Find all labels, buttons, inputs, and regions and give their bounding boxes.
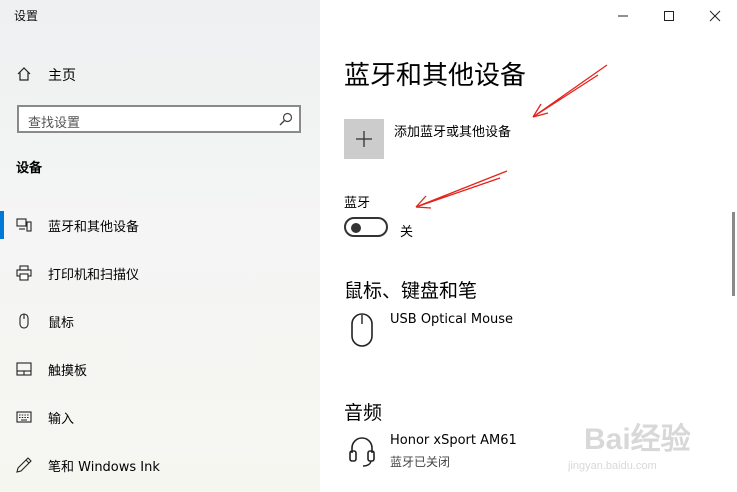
pen-icon — [16, 457, 32, 473]
watermark: Bai经验 jingyan.baidu.com — [560, 410, 730, 486]
device-name: USB Optical Mouse — [390, 312, 514, 327]
sidebar-item-mouse[interactable]: 鼠标 — [0, 303, 320, 339]
search-placeholder: 查找设置 — [28, 116, 81, 131]
close-icon — [709, 10, 721, 22]
window-title: 设置 — [14, 9, 39, 23]
sidebar-item-label: 笔和 Windows Ink — [48, 460, 160, 475]
search-icon[interactable] — [279, 112, 293, 126]
sidebar-item-label: 输入 — [48, 412, 75, 427]
sidebar-item-pen[interactable]: 笔和 Windows Ink — [0, 447, 320, 483]
home-label: 主页 — [48, 68, 76, 84]
add-device-label[interactable]: 添加蓝牙或其他设备 — [394, 121, 511, 140]
search-input[interactable]: 查找设置 — [17, 105, 301, 133]
home-nav-item[interactable]: 主页 — [0, 54, 320, 94]
page-title: 蓝牙和其他设备 — [344, 61, 527, 91]
sidebar-item-printers[interactable]: 打印机和扫描仪 — [0, 255, 320, 291]
bluetooth-label: 蓝牙 — [344, 196, 371, 211]
maximize-button[interactable] — [646, 0, 692, 32]
mouse-icon — [19, 313, 29, 329]
minimize-icon — [618, 15, 628, 17]
mouse-icon — [351, 313, 373, 347]
watermark-brand: Bai经验 — [584, 423, 691, 456]
watermark-url: jingyan.baidu.com — [568, 460, 657, 472]
audio-heading: 音频 — [344, 402, 383, 424]
sidebar-item-touchpad[interactable]: 触摸板 — [0, 351, 320, 387]
device-status: 蓝牙已关闭 — [390, 455, 451, 469]
section-title: 设备 — [16, 161, 43, 176]
bluetooth-toggle[interactable] — [344, 217, 388, 237]
home-icon — [17, 67, 31, 81]
sidebar-item-bluetooth[interactable]: 蓝牙和其他设备 — [0, 207, 320, 243]
minimize-button[interactable] — [600, 0, 646, 32]
toggle-knob — [351, 223, 361, 233]
mouse-keyboard-pen-heading: 鼠标、键盘和笔 — [344, 280, 478, 302]
headset-icon — [349, 437, 375, 467]
bluetooth-devices-icon — [16, 218, 32, 232]
scrollbar[interactable] — [732, 212, 735, 296]
sidebar-item-label: 鼠标 — [48, 316, 75, 331]
plus-icon — [356, 131, 372, 147]
bluetooth-state-label: 关 — [400, 225, 414, 240]
sidebar-item-typing[interactable]: 输入 — [0, 399, 320, 435]
maximize-icon — [664, 11, 674, 21]
add-device-button[interactable] — [344, 119, 384, 159]
sidebar-item-label: 蓝牙和其他设备 — [48, 220, 140, 235]
device-usb-mouse[interactable]: USB Optical Mouse — [344, 312, 704, 356]
printer-icon — [16, 265, 32, 281]
sidebar: 设置 主页 查找设置 设备 蓝牙和其他设备 打印机和扫描仪 鼠标 触摸板 输入 … — [0, 0, 320, 492]
touchpad-icon — [16, 362, 32, 376]
close-button[interactable] — [692, 0, 737, 32]
keyboard-icon — [16, 411, 32, 423]
sidebar-item-label: 触摸板 — [48, 364, 88, 379]
sidebar-item-label: 打印机和扫描仪 — [48, 268, 140, 283]
device-name: Honor xSport AM61 — [390, 433, 517, 448]
